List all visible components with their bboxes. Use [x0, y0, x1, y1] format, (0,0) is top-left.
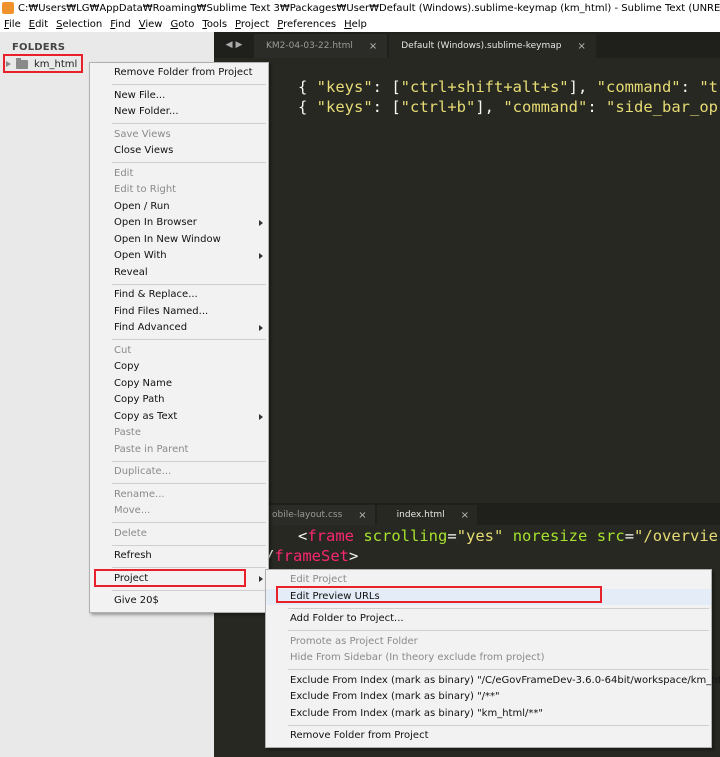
annotation-box-edit-preview-urls [276, 586, 602, 603]
window-title: C:₩Users₩LG₩AppData₩Roaming₩Sublime Text… [18, 2, 720, 14]
menu-item-close-views[interactable]: Close Views [90, 143, 268, 160]
menu-separator [112, 567, 266, 568]
code-line-1[interactable]: { "keys": ["ctrl+shift+alt+s"], "command… [298, 78, 718, 96]
submenu-arrow-icon [259, 325, 263, 331]
tab-km2-html[interactable]: KM2-04-03-22.html × [254, 34, 388, 58]
menu-item-edit-to-right: Edit to Right [114, 184, 177, 195]
menu-separator [112, 84, 266, 85]
code-line-3[interactable]: <frame scrolling="yes" noresize src="/ov… [298, 527, 718, 545]
top-tab-bar: ◀ ▶ KM2-04-03-22.html × Default (Windows)… [214, 32, 720, 58]
menu-bar: File Edit Selection Find View Goto Tools… [0, 16, 720, 32]
menu-item-promote-as-project-folder: Promote as Project Folder [290, 635, 418, 647]
submenu-arrow-icon [259, 220, 263, 226]
menu-item-open-with[interactable]: Open With [90, 248, 268, 265]
tab-index-html[interactable]: index.html × [376, 505, 478, 525]
tab-mobile-layout-css[interactable]: obile-layout.css × [264, 505, 375, 525]
bottom-tab-bar: obile-layout.css × index.html × [264, 503, 720, 525]
menu-item-find-advanced[interactable]: Find Advanced [90, 320, 268, 337]
close-tab-icon[interactable]: × [461, 510, 469, 521]
submenu-arrow-icon [259, 253, 263, 259]
menu-item-delete: Delete [114, 527, 147, 539]
menu-item-reveal[interactable]: Reveal [90, 265, 268, 282]
tab-default-keymap[interactable]: Default (Windows).sublime-keymap × [389, 34, 596, 58]
menu-separator [112, 123, 266, 124]
menu-item-copy-as-text[interactable]: Copy as Text [90, 409, 268, 426]
menu-item-exclude-from-index-mark-as-binary[interactable]: Exclude From Index (mark as binary) "/**… [266, 689, 711, 706]
menu-preferences[interactable]: Preferences [273, 19, 340, 30]
menu-separator [112, 283, 266, 285]
sidebar-context-menu: Remove Folder from Project New File... New… [89, 62, 269, 613]
menu-separator [112, 589, 266, 591]
menu-item-find-files-named[interactable]: Find Files Named... [90, 304, 268, 321]
menu-item-exclude-from-index-mark-as-binary-km-htm[interactable]: Exclude From Index (mark as binary) "km_… [266, 706, 711, 723]
menu-separator [112, 544, 266, 546]
close-tab-icon[interactable]: × [577, 41, 585, 52]
tab-next-icon[interactable]: ▶ [236, 40, 243, 50]
menu-item-rename: Rename... [114, 488, 165, 500]
menu-item-open-in-new-window[interactable]: Open In New Window [90, 232, 268, 249]
menu-item-move: Move... [114, 505, 151, 516]
close-tab-icon[interactable]: × [369, 41, 377, 52]
menu-item-give-20[interactable]: Give 20$ [90, 593, 268, 610]
menu-selection[interactable]: Selection [52, 19, 106, 30]
menu-edit[interactable]: Edit [25, 19, 52, 30]
title-bar: C:₩Users₩LG₩AppData₩Roaming₩Sublime Text… [0, 0, 720, 16]
submenu-arrow-icon [259, 575, 263, 582]
code-line-2[interactable]: { "keys": ["ctrl+b"], "command": "side_b… [298, 98, 718, 116]
menu-item-copy-name[interactable]: Copy Name [90, 376, 268, 393]
menu-item-hide-from-sidebar-in-theory-exclude-from: Hide From Sidebar (In theory exclude fro… [290, 652, 545, 663]
code-line-4[interactable]: /frameSet> [265, 547, 358, 565]
submenu-arrow-icon [259, 413, 263, 420]
menu-item-open-in-browser[interactable]: Open In Browser [90, 215, 268, 232]
menu-item-open-run[interactable]: Open / Run [90, 199, 268, 216]
menu-separator [112, 460, 266, 462]
menu-separator [112, 483, 266, 484]
tab-prev-icon[interactable]: ◀ [226, 40, 233, 50]
menu-item-copy[interactable]: Copy [90, 359, 268, 376]
menu-item-paste: Paste [114, 427, 141, 438]
menu-item-duplicate: Duplicate... [114, 466, 172, 477]
menu-separator [112, 522, 266, 523]
menu-item-remove-folder-from-project[interactable]: Remove Folder from Project [90, 65, 268, 82]
folders-header: FOLDERS [12, 42, 66, 53]
sublime-app-icon [2, 2, 14, 14]
menu-help[interactable]: Help [340, 19, 371, 30]
menu-file[interactable]: File [0, 19, 25, 30]
menu-item-paste-in-parent: Paste in Parent [114, 443, 189, 455]
menu-tools[interactable]: Tools [198, 19, 231, 30]
menu-item-find-replace[interactable]: Find & Replace... [90, 287, 268, 304]
menu-separator [112, 339, 266, 340]
menu-item-save-views: Save Views [114, 128, 171, 140]
menu-item-new-folder[interactable]: New Folder... [90, 104, 268, 121]
menu-separator [288, 724, 709, 726]
close-tab-icon[interactable]: × [358, 510, 366, 521]
tab-nav[interactable]: ◀ ▶ [214, 32, 254, 58]
menu-item-edit: Edit [114, 167, 134, 179]
menu-separator [288, 607, 709, 609]
menu-view[interactable]: View [135, 19, 167, 30]
menu-item-remove-folder-from-project[interactable]: Remove Folder from Project [266, 728, 711, 745]
menu-separator [288, 669, 709, 670]
menu-find[interactable]: Find [106, 19, 135, 30]
menu-project[interactable]: Project [231, 19, 273, 30]
menu-item-refresh[interactable]: Refresh [90, 548, 268, 565]
menu-item-new-file[interactable]: New File... [90, 88, 268, 105]
menu-item-add-folder-to-project[interactable]: Add Folder to Project... [266, 611, 711, 628]
menu-goto[interactable]: Goto [166, 19, 198, 30]
menu-item-copy-path[interactable]: Copy Path [90, 392, 268, 409]
menu-item-exclude-from-index-mark-as-binary-c-egov[interactable]: Exclude From Index (mark as binary) "/C/… [266, 673, 720, 690]
annotation-box-folder [3, 54, 83, 73]
menu-separator [288, 630, 709, 631]
menu-separator [112, 162, 266, 163]
annotation-box-project [94, 569, 246, 587]
menu-item-cut: Cut [114, 344, 132, 356]
